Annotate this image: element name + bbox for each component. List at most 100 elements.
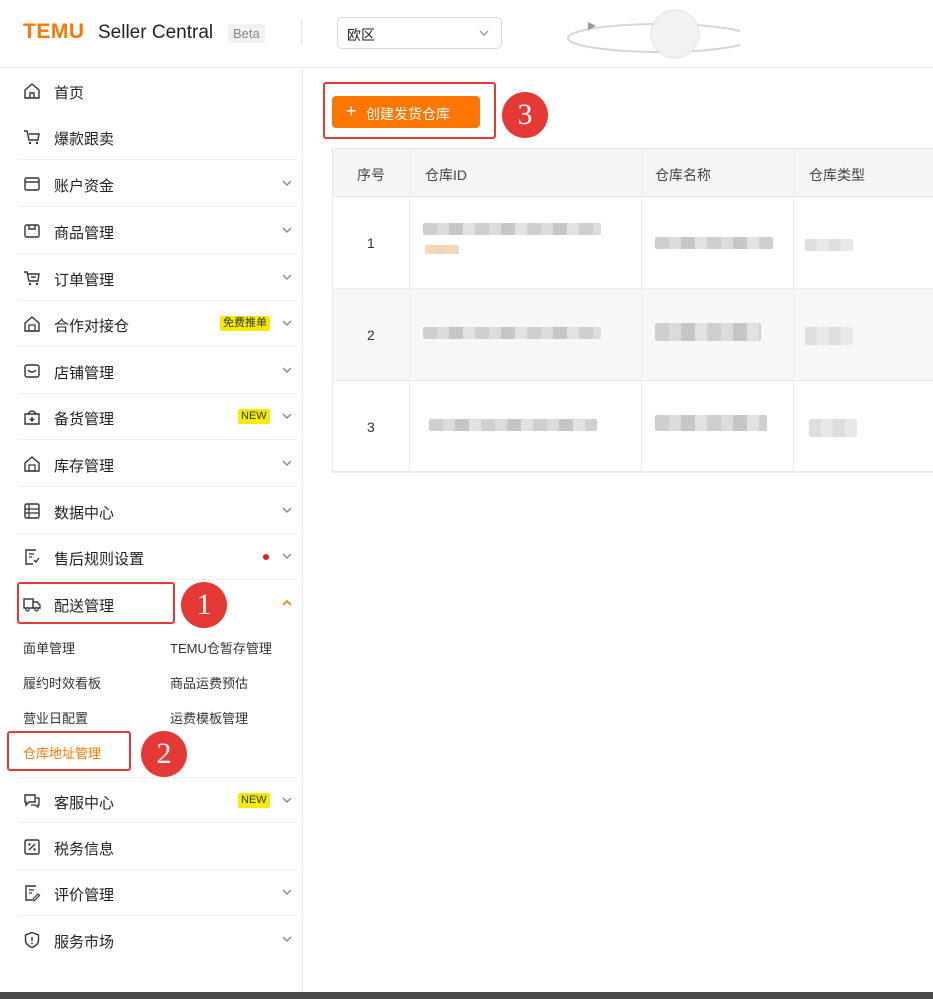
sidebar-item-label: 账户资金 bbox=[54, 178, 115, 195]
table-row[interactable]: 3 bbox=[333, 381, 933, 473]
submenu-freight-template[interactable]: 运费模板管理 bbox=[170, 708, 248, 727]
create-warehouse-label: 创建发货仓库 bbox=[366, 106, 450, 122]
column-header-warehouse-id: 仓库ID bbox=[425, 167, 467, 183]
sidebar-item-service-market[interactable]: 服务市场 bbox=[18, 917, 297, 963]
sidebar-item-label: 客服中心 bbox=[54, 795, 115, 812]
new-badge: NEW bbox=[238, 793, 270, 808]
sidebar-item-account-funds[interactable]: 账户资金 bbox=[18, 161, 297, 207]
sidebar-item-label: 税务信息 bbox=[54, 841, 115, 858]
chevron-down-icon bbox=[282, 227, 292, 233]
sidebar-item-store[interactable]: 店铺管理 bbox=[18, 348, 297, 394]
shield-icon bbox=[24, 931, 40, 949]
brand-title: Seller Central bbox=[98, 22, 214, 43]
region-value: 欧区 bbox=[347, 27, 375, 43]
sidebar-item-orders[interactable]: 订单管理 bbox=[18, 255, 297, 301]
temu-logo[interactable]: TEMU bbox=[23, 20, 85, 44]
submenu-freight-estimate[interactable]: 商品运费预估 bbox=[170, 673, 248, 692]
chevron-down-icon bbox=[282, 507, 292, 513]
sidebar-item-customer-service[interactable]: 客服中心 NEW bbox=[18, 777, 297, 823]
inventory-icon bbox=[24, 456, 40, 472]
sidebar-item-label: 合作对接仓 bbox=[54, 318, 130, 335]
submenu-fulfillment-board[interactable]: 履约时效看板 bbox=[23, 673, 101, 692]
redacted-warehouse-type bbox=[805, 239, 853, 251]
submenu-warehouse-address[interactable]: 仓库地址管理 bbox=[23, 743, 101, 762]
plus-icon: + bbox=[346, 101, 357, 121]
sidebar-item-inventory[interactable]: 库存管理 bbox=[18, 441, 297, 487]
delivery-icon bbox=[23, 598, 41, 612]
sidebar-item-tax[interactable]: 税务信息 bbox=[18, 824, 297, 870]
submenu-business-day[interactable]: 营业日配置 bbox=[23, 708, 88, 727]
new-badge: NEW bbox=[238, 409, 270, 424]
sidebar-item-delivery[interactable]: 配送管理 bbox=[18, 581, 297, 627]
table-row[interactable]: 1 bbox=[333, 197, 933, 289]
chevron-down-icon bbox=[282, 553, 292, 559]
sidebar-item-label: 商品管理 bbox=[54, 225, 115, 242]
top-header: TEMU Seller Central Beta 欧区 bbox=[0, 0, 933, 68]
chevron-down-icon bbox=[282, 413, 292, 419]
chevron-down-icon bbox=[282, 460, 292, 466]
beta-badge: Beta bbox=[228, 24, 265, 43]
callout-1: 1 bbox=[181, 582, 227, 628]
column-divider bbox=[409, 149, 410, 471]
warehouse-table: 序号 仓库ID 仓库名称 仓库类型 1 2 3 bbox=[332, 148, 933, 473]
aftersale-icon bbox=[25, 549, 40, 565]
column-divider bbox=[641, 149, 642, 471]
redacted-warehouse-id bbox=[429, 419, 597, 431]
review-icon bbox=[25, 885, 41, 902]
tax-icon bbox=[24, 839, 40, 855]
chevron-down-icon bbox=[282, 367, 292, 373]
bottom-bar bbox=[0, 992, 933, 999]
submenu-temu-temp-storage[interactable]: TEMU仓暂存管理 bbox=[170, 638, 272, 657]
redacted-warehouse-type bbox=[809, 419, 857, 437]
sidebar-item-stocking[interactable]: 备货管理 NEW bbox=[18, 394, 297, 440]
column-header-warehouse-type: 仓库类型 bbox=[809, 167, 865, 183]
sidebar-item-label: 售后规则设置 bbox=[54, 551, 145, 568]
chevron-down-icon bbox=[282, 180, 292, 186]
callout-3: 3 bbox=[502, 92, 548, 138]
cart-follow-icon bbox=[24, 130, 40, 145]
free-push-badge: 免费推单 bbox=[220, 316, 270, 331]
sidebar-item-label: 配送管理 bbox=[54, 598, 115, 615]
notification-dot bbox=[263, 554, 269, 560]
sidebar-item-label: 店铺管理 bbox=[54, 365, 115, 382]
sidebar-item-label: 订单管理 bbox=[54, 272, 115, 289]
redacted-warehouse-id bbox=[423, 223, 601, 235]
sidebar-item-aftersale-rules[interactable]: 售后规则设置 bbox=[18, 534, 297, 580]
chevron-down-icon bbox=[282, 889, 292, 895]
sidebar-item-data-center[interactable]: 数据中心 bbox=[18, 488, 297, 534]
table-row[interactable]: 2 bbox=[333, 289, 933, 381]
sidebar-item-reviews[interactable]: 评价管理 bbox=[18, 870, 297, 916]
sidebar-item-products[interactable]: 商品管理 bbox=[18, 208, 297, 254]
chevron-down-icon bbox=[282, 274, 292, 280]
globe-decoration-icon bbox=[567, 9, 740, 59]
redacted-warehouse-type bbox=[805, 327, 853, 345]
data-icon bbox=[24, 503, 40, 519]
chevron-down-icon bbox=[282, 797, 292, 803]
create-warehouse-button[interactable]: + 创建发货仓库 bbox=[332, 96, 480, 128]
sidebar-item-label: 爆款跟卖 bbox=[54, 131, 115, 148]
column-header-index: 序号 bbox=[357, 167, 385, 183]
row-index: 3 bbox=[367, 419, 375, 435]
region-select[interactable]: 欧区 bbox=[337, 17, 502, 49]
product-icon bbox=[24, 224, 40, 238]
stock-icon bbox=[24, 410, 40, 425]
chevron-down-icon bbox=[479, 30, 489, 36]
column-header-warehouse-name: 仓库名称 bbox=[655, 167, 711, 183]
header-divider bbox=[301, 20, 302, 46]
row-index: 1 bbox=[367, 235, 375, 251]
sidebar-item-hot-follow[interactable]: 爆款跟卖 bbox=[18, 114, 297, 160]
submenu-waybill[interactable]: 面单管理 bbox=[23, 638, 75, 657]
sidebar-item-label: 评价管理 bbox=[54, 887, 115, 904]
redacted-warehouse-name bbox=[655, 237, 773, 249]
sidebar-item-label: 备货管理 bbox=[54, 411, 115, 428]
sidebar-item-partner-warehouse[interactable]: 合作对接仓 免费推单 bbox=[18, 301, 297, 347]
order-icon bbox=[24, 271, 40, 286]
chat-icon bbox=[24, 794, 40, 809]
chevron-up-icon bbox=[282, 599, 292, 606]
sidebar-item-label: 库存管理 bbox=[54, 458, 115, 475]
sidebar-item-home[interactable]: 首页 bbox=[18, 68, 297, 114]
sidebar-item-label: 首页 bbox=[54, 85, 85, 102]
wallet-icon bbox=[24, 177, 40, 191]
store-icon bbox=[24, 364, 40, 378]
row-index: 2 bbox=[367, 327, 375, 343]
